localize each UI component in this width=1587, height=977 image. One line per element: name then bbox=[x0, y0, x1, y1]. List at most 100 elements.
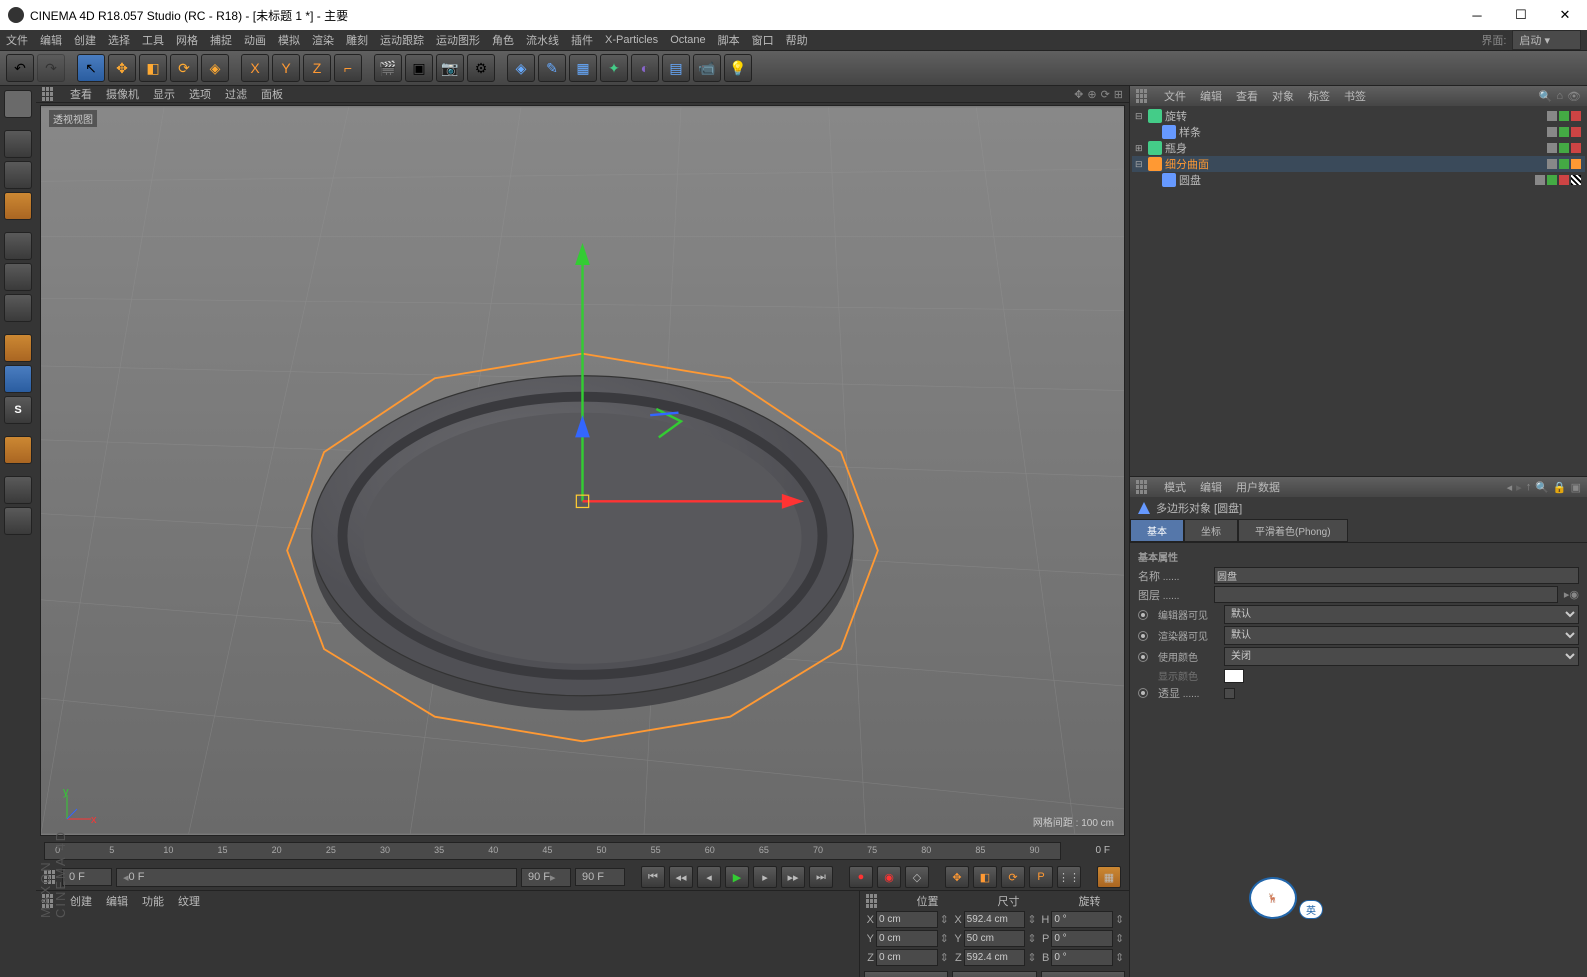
model-mode[interactable] bbox=[4, 130, 32, 158]
next-frame-button[interactable]: ▸ bbox=[753, 866, 777, 888]
key-param-button[interactable]: P bbox=[1029, 866, 1053, 888]
vp-menu-view[interactable]: 查看 bbox=[70, 86, 92, 102]
frame-range-start[interactable]: ◂ 0 F bbox=[116, 868, 517, 887]
autokey-button[interactable]: ◉ bbox=[877, 866, 901, 888]
vp-menu-filter[interactable]: 过滤 bbox=[225, 86, 247, 102]
attr-editor-radio[interactable] bbox=[1138, 610, 1148, 620]
scale-tool[interactable]: ◧ bbox=[139, 54, 167, 82]
attr-xray-radio[interactable] bbox=[1138, 688, 1148, 698]
deformer[interactable]: ◐ bbox=[631, 54, 659, 82]
menu-网格[interactable]: 网格 bbox=[176, 32, 198, 48]
menu-模拟[interactable]: 模拟 bbox=[278, 32, 300, 48]
menu-X-Particles[interactable]: X-Particles bbox=[605, 34, 658, 46]
points-mode[interactable] bbox=[4, 232, 32, 260]
next-key-button[interactable]: ▸▸ bbox=[781, 866, 805, 888]
vp-nav-icon[interactable]: ✥ bbox=[1074, 88, 1083, 101]
coord-system[interactable]: ⌐ bbox=[334, 54, 362, 82]
attr-layer-input[interactable] bbox=[1214, 586, 1558, 603]
array-tool[interactable]: ✦ bbox=[600, 54, 628, 82]
coord-pos-Y[interactable] bbox=[876, 930, 938, 947]
menu-窗口[interactable]: 窗口 bbox=[752, 32, 774, 48]
magnet-tool[interactable] bbox=[4, 436, 32, 464]
ime-language[interactable]: 英 bbox=[1299, 900, 1323, 919]
live-select-tool[interactable]: ↖ bbox=[77, 54, 105, 82]
coord-pos-Z[interactable] bbox=[876, 949, 938, 966]
move-tool[interactable]: ✥ bbox=[108, 54, 136, 82]
mat-menu-function[interactable]: 功能 bbox=[142, 893, 164, 909]
coord-size-mode-button[interactable]: 绝对尺寸 bbox=[952, 971, 1036, 977]
mat-menu-edit[interactable]: 编辑 bbox=[106, 893, 128, 909]
attr-name-input[interactable] bbox=[1214, 567, 1579, 584]
menu-Octane[interactable]: Octane bbox=[670, 34, 705, 46]
key-options-button[interactable]: ⋮⋮ bbox=[1057, 866, 1081, 888]
attr-layer-picker-icon[interactable]: ▸◉ bbox=[1564, 588, 1579, 601]
undo-button[interactable]: ↶ bbox=[6, 54, 34, 82]
edges-mode[interactable] bbox=[4, 263, 32, 291]
attr-tab-basic[interactable]: 基本 bbox=[1130, 519, 1184, 542]
rotate-tool[interactable]: ⟳ bbox=[170, 54, 198, 82]
prev-frame-button[interactable]: ◂ bbox=[697, 866, 721, 888]
workplane-mode[interactable] bbox=[4, 192, 32, 220]
pen-tool[interactable]: ✎ bbox=[538, 54, 566, 82]
coord-pos-X[interactable] bbox=[876, 911, 938, 928]
attr-menu-mode[interactable]: 模式 bbox=[1164, 479, 1186, 495]
coord-mode-button[interactable]: 对象 (相对) bbox=[864, 971, 948, 977]
menu-帮助[interactable]: 帮助 bbox=[786, 32, 808, 48]
mat-menu-texture[interactable]: 纹理 bbox=[178, 893, 200, 909]
close-button[interactable]: ✕ bbox=[1551, 5, 1579, 25]
make-editable[interactable] bbox=[4, 90, 32, 118]
record-key-button[interactable]: ● bbox=[849, 866, 873, 888]
cube-primitive[interactable]: ◈ bbox=[507, 54, 535, 82]
keyframe-sel-button[interactable]: ◇ bbox=[905, 866, 929, 888]
prev-key-button[interactable]: ◂◂ bbox=[669, 866, 693, 888]
menu-角色[interactable]: 角色 bbox=[492, 32, 514, 48]
frame-range-end[interactable]: 90 F ▸ bbox=[521, 868, 571, 887]
floor-tool[interactable]: ▤ bbox=[662, 54, 690, 82]
attr-menu-edit[interactable]: 编辑 bbox=[1200, 479, 1222, 495]
menu-创建[interactable]: 创建 bbox=[74, 32, 96, 48]
vp-menu-options[interactable]: 选项 bbox=[189, 86, 211, 102]
obj-menu-edit[interactable]: 编辑 bbox=[1200, 88, 1222, 104]
key-pos-button[interactable]: ✥ bbox=[945, 866, 969, 888]
attr-nav-back-icon[interactable]: ◂ bbox=[1507, 481, 1513, 494]
axis-mode[interactable] bbox=[4, 334, 32, 362]
polygons-mode[interactable] bbox=[4, 294, 32, 322]
render-view[interactable]: 🎬 bbox=[374, 54, 402, 82]
panel-grip-icon[interactable] bbox=[42, 87, 56, 101]
menu-工具[interactable]: 工具 bbox=[142, 32, 164, 48]
menu-脚本[interactable]: 脚本 bbox=[718, 32, 740, 48]
minimize-button[interactable]: ─ bbox=[1463, 5, 1491, 25]
vp-rotate-icon[interactable]: ⟳ bbox=[1101, 88, 1110, 101]
attr-tab-coord[interactable]: 坐标 bbox=[1184, 519, 1238, 542]
vp-menu-camera[interactable]: 摄像机 bbox=[106, 86, 139, 102]
layout-dropdown[interactable]: 启动 ▾ bbox=[1512, 30, 1581, 50]
vp-menu-panel[interactable]: 面板 bbox=[261, 86, 283, 102]
viewport-3d[interactable]: 透视视图 bbox=[40, 105, 1125, 836]
texture-mode[interactable] bbox=[4, 161, 32, 189]
attr-render-select[interactable]: 默认 bbox=[1224, 626, 1579, 645]
redo-button[interactable]: ↷ bbox=[37, 54, 65, 82]
attr-render-radio[interactable] bbox=[1138, 631, 1148, 641]
camera-tool[interactable]: 📹 bbox=[693, 54, 721, 82]
panel-grip-icon[interactable] bbox=[1136, 480, 1150, 494]
play-button[interactable]: ▶ bbox=[725, 866, 749, 888]
attr-search-icon[interactable]: 🔍 bbox=[1535, 481, 1549, 494]
light-tool[interactable]: 💡 bbox=[724, 54, 752, 82]
coord-size-X[interactable] bbox=[964, 911, 1026, 928]
timeline[interactable]: 0 F051015202530354045505560657075808590 bbox=[36, 838, 1129, 864]
obj-search-icon[interactable]: 🔍 bbox=[1539, 90, 1553, 103]
menu-运动跟踪[interactable]: 运动跟踪 bbox=[380, 32, 424, 48]
coord-size-Y[interactable] bbox=[964, 930, 1026, 947]
workplane-1[interactable] bbox=[4, 476, 32, 504]
menu-运动图形[interactable]: 运动图形 bbox=[436, 32, 480, 48]
obj-menu-bookmarks[interactable]: 书签 bbox=[1344, 88, 1366, 104]
panel-grip-icon[interactable] bbox=[1136, 89, 1150, 103]
menu-渲染[interactable]: 渲染 bbox=[312, 32, 334, 48]
tree-item-样条[interactable]: 样条 bbox=[1132, 124, 1585, 140]
z-axis-lock[interactable]: Z bbox=[303, 54, 331, 82]
render-settings[interactable]: ⚙ bbox=[467, 54, 495, 82]
menu-动画[interactable]: 动画 bbox=[244, 32, 266, 48]
menu-雕刻[interactable]: 雕刻 bbox=[346, 32, 368, 48]
x-axis-lock[interactable]: X bbox=[241, 54, 269, 82]
attr-nav-fwd-icon[interactable]: ▸ bbox=[1516, 481, 1522, 494]
